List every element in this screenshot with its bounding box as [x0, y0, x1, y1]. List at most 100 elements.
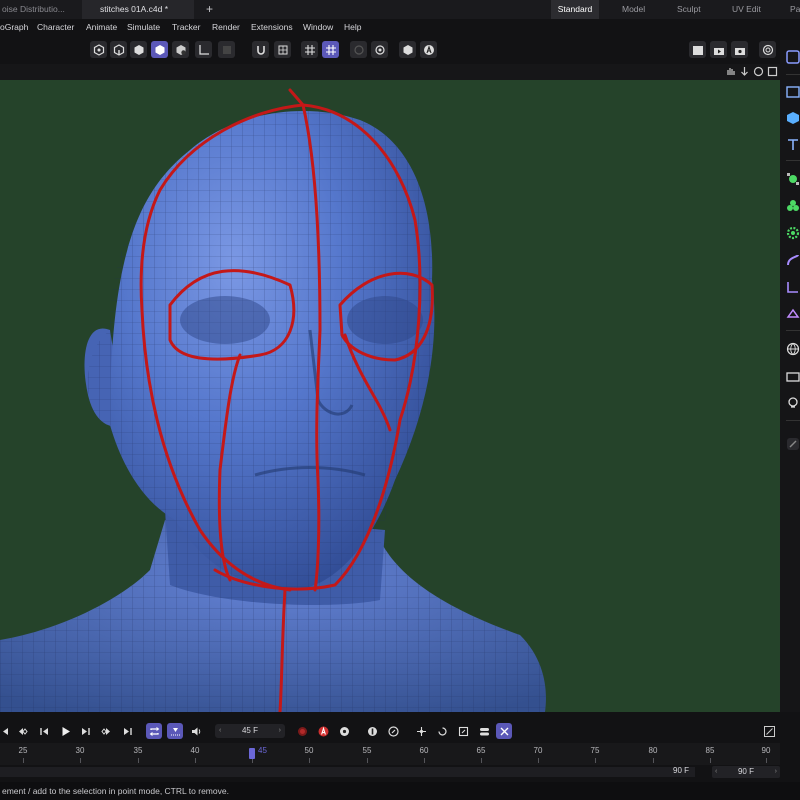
3d-viewport[interactable] [0, 80, 780, 712]
palette-generator-button[interactable] [786, 172, 800, 186]
key-scale-button[interactable] [455, 723, 471, 739]
render-settings-button[interactable] [731, 41, 748, 58]
menu-window[interactable]: Window [303, 22, 333, 32]
render-view-play-button[interactable] [710, 41, 727, 58]
clapper-icon [692, 45, 703, 55]
palette-cloner-button[interactable] [786, 199, 800, 213]
tab-noise-distribution[interactable]: oise Distributio... [0, 0, 80, 19]
next-key-button[interactable] [98, 723, 114, 739]
keyframe-settings-button[interactable] [336, 723, 352, 739]
frame-increment-arrow[interactable]: › [279, 724, 281, 738]
hand-pan-icon[interactable] [725, 66, 736, 77]
layout-sculpt[interactable]: Sculpt [677, 0, 701, 19]
menu-mograph[interactable]: oGraph [0, 22, 28, 32]
sound-button[interactable] [188, 723, 204, 739]
points-mode-button[interactable] [90, 41, 107, 58]
prev-key-button[interactable] [14, 723, 30, 739]
lock-button[interactable] [371, 41, 388, 58]
tab-stitches[interactable]: stitches 01A.c4d * [82, 0, 194, 19]
palette-environment-button[interactable] [786, 342, 800, 356]
menu-simulate[interactable]: Simulate [127, 22, 160, 32]
menu-render[interactable]: Render [212, 22, 240, 32]
add-tab-button[interactable]: + [206, 2, 213, 16]
menu-character[interactable]: Character [37, 22, 74, 32]
menu-extensions[interactable]: Extensions [251, 22, 293, 32]
symmetry-button[interactable] [350, 41, 367, 58]
workplane-button[interactable] [322, 41, 339, 58]
polygons-mode-button[interactable] [130, 41, 147, 58]
timeline-playhead[interactable] [249, 748, 255, 759]
palette-spline-button[interactable] [786, 280, 800, 294]
ruler-label: 40 [190, 746, 200, 755]
max-frame-decrement[interactable]: ‹ [715, 766, 717, 778]
uv-mode-button[interactable] [172, 41, 189, 58]
playback-mode-icon [170, 727, 180, 735]
playback-mode-button[interactable] [167, 723, 183, 739]
layout-standard[interactable]: Standard [551, 0, 599, 19]
palette-selection-button[interactable] [786, 50, 800, 64]
maximize-view-icon[interactable] [767, 66, 778, 77]
palette-deformer-button[interactable] [786, 226, 800, 240]
snap-settings-button[interactable] [274, 41, 291, 58]
palette-light-button[interactable] [786, 396, 800, 410]
loop-button[interactable] [146, 723, 162, 739]
key-parameter-button[interactable] [476, 723, 492, 739]
palette-field-button[interactable] [786, 307, 800, 321]
palette-rect-select-button[interactable] [786, 85, 800, 99]
key-rotate-button[interactable] [434, 723, 450, 739]
content-browser-button[interactable] [759, 41, 776, 58]
menu-help[interactable]: Help [344, 22, 361, 32]
solo-button[interactable] [218, 41, 235, 58]
render-view-button[interactable] [399, 41, 416, 58]
snap-magnet-button[interactable] [252, 41, 269, 58]
autokey-button[interactable] [315, 723, 331, 739]
key-pla-button[interactable] [496, 723, 512, 739]
palette-text-button[interactable] [786, 138, 800, 152]
spiral-icon [762, 44, 773, 55]
play-button[interactable] [57, 723, 73, 739]
frame-decrement-arrow[interactable]: ‹ [219, 724, 221, 738]
max-frame-increment[interactable]: › [775, 766, 777, 778]
prev-frame-button[interactable] [36, 723, 52, 739]
polygons-mode-icon [134, 44, 143, 55]
palette-camera-button[interactable] [786, 369, 800, 383]
scale-icon [458, 726, 468, 736]
key-rotation-button[interactable] [385, 723, 401, 739]
model-mode-button[interactable] [151, 41, 168, 58]
lock-ring-icon [374, 44, 385, 55]
timeline-expand-button[interactable] [761, 723, 777, 739]
timeline-ruler[interactable]: 25 30 35 40 50 55 60 65 70 75 80 85 90 4… [0, 743, 780, 765]
axis-icon [198, 44, 209, 55]
next-frame-icon [81, 727, 90, 735]
palette-tag-button[interactable] [786, 437, 800, 451]
menu-animate[interactable]: Animate [86, 22, 117, 32]
orbit-icon[interactable] [753, 66, 764, 77]
tab-label: oise Distributio... [2, 4, 65, 14]
auto-button[interactable] [420, 41, 437, 58]
key-position-button[interactable] [364, 723, 380, 739]
dolly-arrow-icon[interactable] [739, 66, 750, 77]
max-frame-field[interactable]: ‹ 90 F › [712, 766, 780, 778]
palette-bend-button[interactable] [786, 253, 800, 267]
key-move-button[interactable] [413, 723, 429, 739]
current-frame-field[interactable]: ‹ 45 F › [215, 724, 285, 738]
goto-start-button[interactable] [0, 723, 12, 739]
next-frame-button[interactable] [77, 723, 93, 739]
ruler-label: 30 [75, 746, 85, 755]
menu-tracker[interactable]: Tracker [172, 22, 201, 32]
range-end-label: 90 F [673, 766, 690, 775]
preview-range-track[interactable] [0, 767, 695, 777]
axis-mode-button[interactable] [195, 41, 212, 58]
main-toolbar [0, 36, 800, 64]
layout-uv-edit[interactable]: UV Edit [732, 0, 761, 19]
record-button[interactable] [294, 723, 310, 739]
edges-mode-button[interactable] [110, 41, 127, 58]
goto-end-button[interactable] [119, 723, 135, 739]
layout-more[interactable]: Pa [790, 0, 800, 19]
mesh-wireframe [0, 111, 546, 712]
layout-label: Standard [557, 4, 593, 14]
render-active-button[interactable] [689, 41, 706, 58]
layout-model[interactable]: Model [622, 0, 645, 19]
grid-button[interactable] [301, 41, 318, 58]
palette-cube-button[interactable] [786, 111, 800, 125]
